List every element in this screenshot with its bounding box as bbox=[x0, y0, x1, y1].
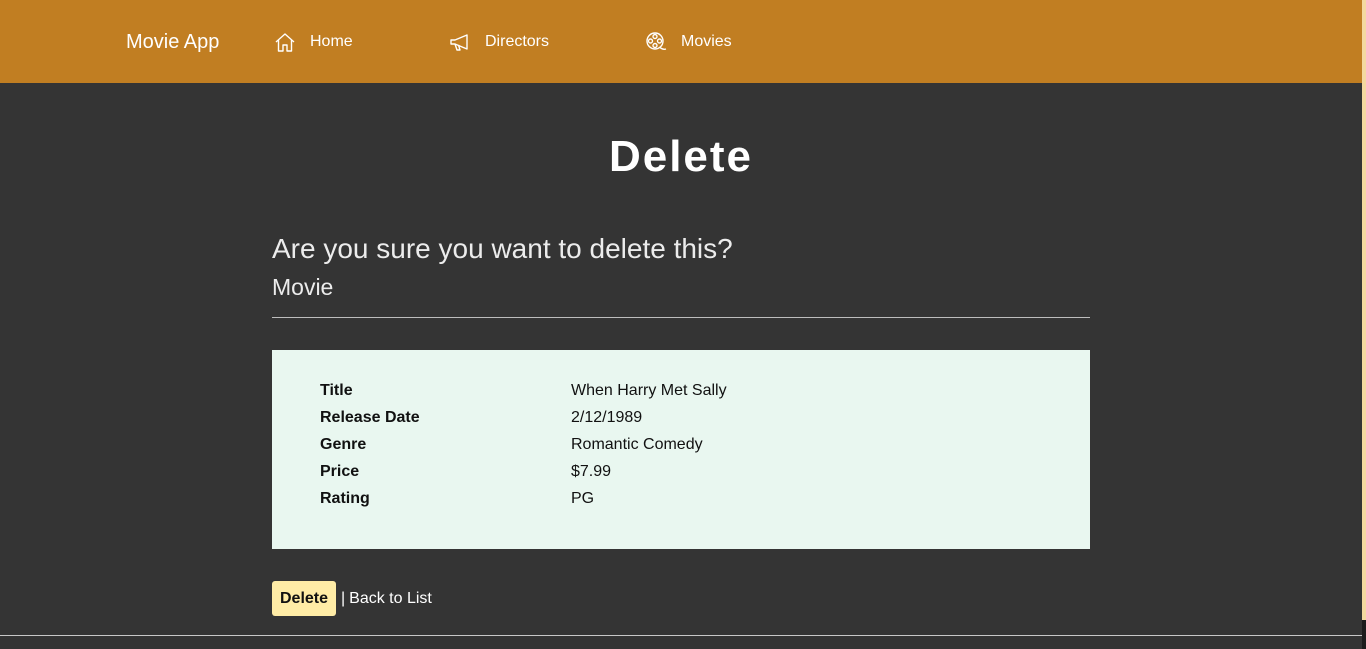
detail-value: 2/12/1989 bbox=[571, 409, 643, 426]
delete-button[interactable]: Delete bbox=[272, 581, 336, 616]
nav-item-label: Directors bbox=[485, 33, 550, 50]
detail-key: Genre bbox=[320, 436, 367, 453]
nav-item-home[interactable]: Home bbox=[273, 30, 353, 54]
detail-key: Title bbox=[320, 382, 353, 399]
detail-value: $7.99 bbox=[571, 463, 612, 480]
nav-item-directors[interactable]: Directors bbox=[448, 30, 549, 54]
detail-key: Price bbox=[320, 463, 360, 480]
film-reel-icon bbox=[644, 30, 668, 54]
page-title: Delete bbox=[608, 132, 754, 181]
megaphone-icon bbox=[448, 30, 472, 54]
entity-label: Movie bbox=[272, 274, 334, 300]
detail-value: When Harry Met Sally bbox=[571, 382, 727, 399]
home-icon bbox=[273, 30, 297, 54]
nav-item-label: Movies bbox=[681, 33, 732, 50]
detail-row-release-date: Release Date 2/12/1989 bbox=[320, 408, 1020, 428]
window-edge-bottom bbox=[1362, 620, 1366, 649]
detail-key: Rating bbox=[320, 490, 370, 507]
form-actions: Delete | Back to List bbox=[272, 581, 432, 616]
details-card: Title When Harry Met Sally Release Date … bbox=[272, 350, 1090, 549]
back-to-list-link[interactable]: Back to List bbox=[349, 590, 432, 608]
detail-row-genre: Genre Romantic Comedy bbox=[320, 435, 1020, 455]
navbar: Movie App Home Directors Movies bbox=[0, 0, 1362, 83]
confirm-message: Are you sure you want to delete this? bbox=[272, 233, 733, 264]
footer-divider bbox=[0, 635, 1362, 636]
divider bbox=[272, 317, 1090, 318]
window-edge bbox=[1362, 0, 1366, 620]
detail-row-rating: Rating PG bbox=[320, 489, 1020, 509]
nav-item-label: Home bbox=[310, 33, 353, 50]
detail-value: PG bbox=[571, 490, 595, 507]
nav-item-movies[interactable]: Movies bbox=[644, 30, 732, 54]
detail-value: Romantic Comedy bbox=[571, 436, 703, 453]
detail-row-price: Price $7.99 bbox=[320, 462, 1020, 482]
detail-row-title: Title When Harry Met Sally bbox=[320, 381, 1020, 401]
detail-key: Release Date bbox=[320, 409, 420, 426]
action-separator: | bbox=[341, 589, 346, 607]
brand-link[interactable]: Movie App bbox=[126, 30, 219, 54]
